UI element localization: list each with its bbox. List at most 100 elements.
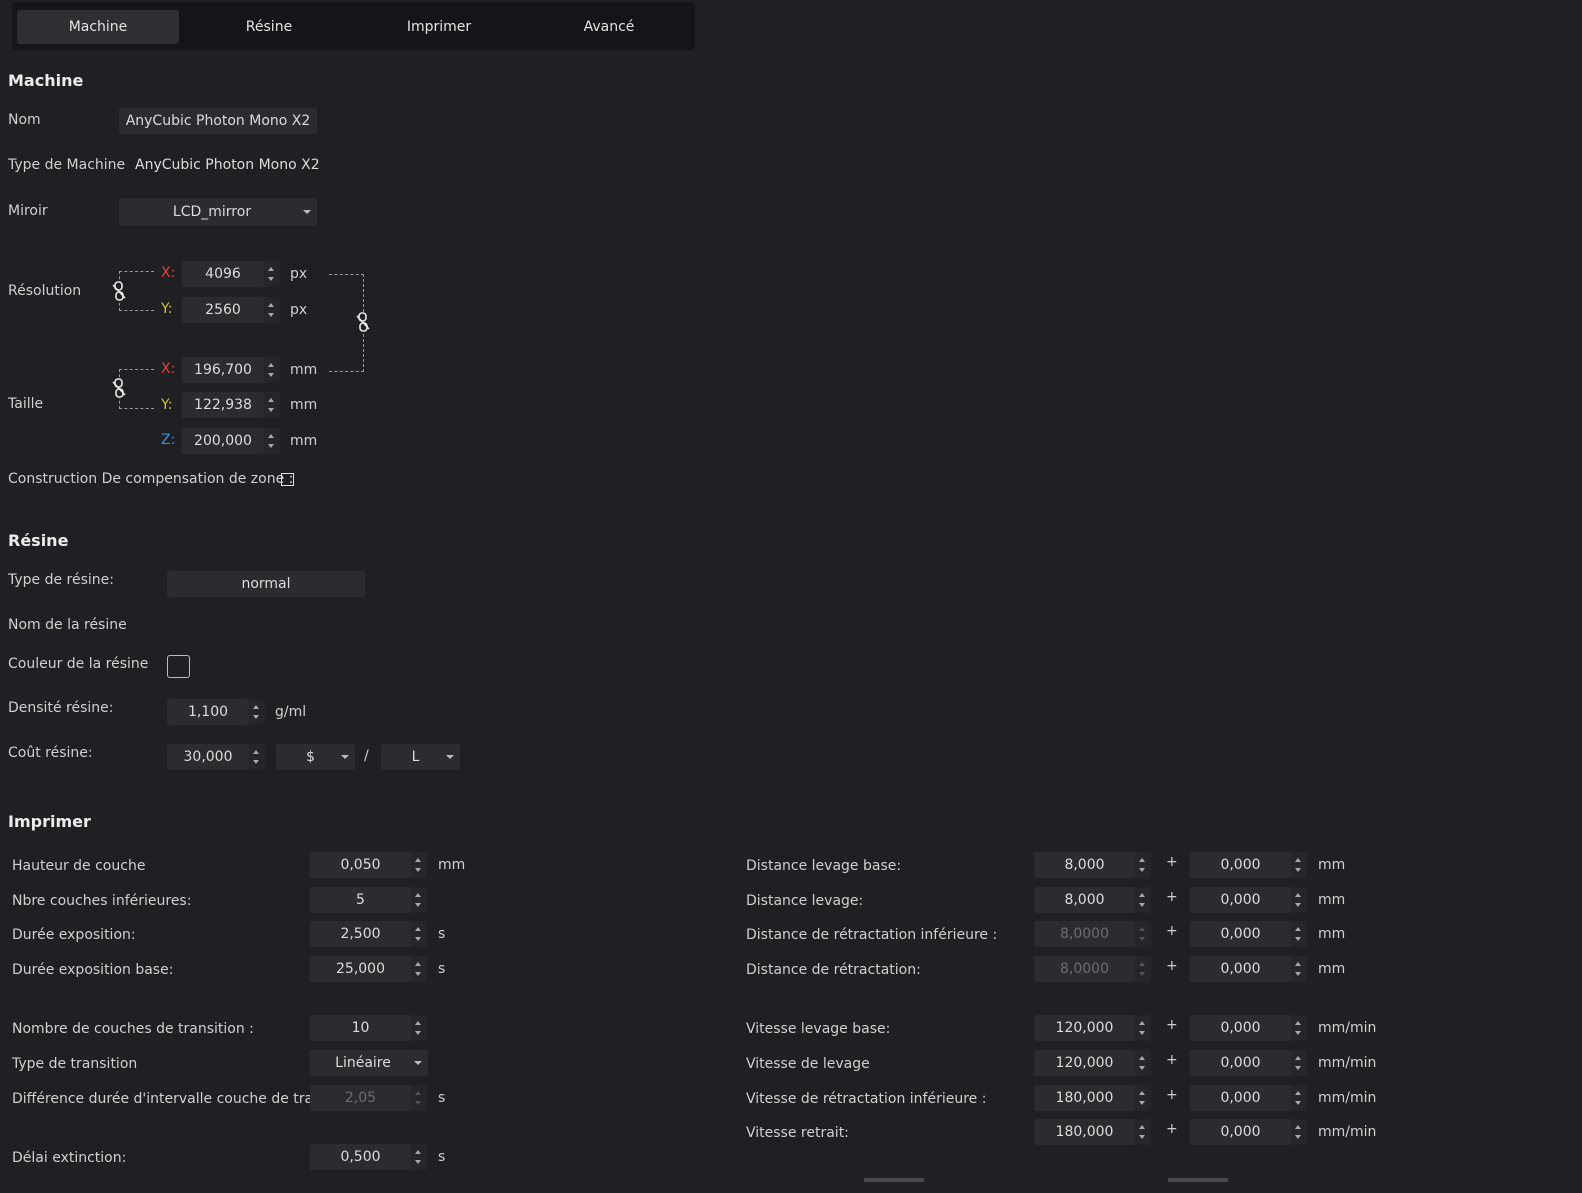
- spin-arrows-icon[interactable]: [1135, 1050, 1151, 1076]
- spin-arrows-icon[interactable]: [1291, 1015, 1307, 1041]
- spin-arrows-icon[interactable]: [411, 887, 427, 913]
- print-right-offset-0-value[interactable]: 0,000: [1190, 852, 1291, 878]
- spin-arrows-icon[interactable]: [264, 297, 280, 323]
- print-right-offset-7-spinbox[interactable]: 0,000: [1190, 1119, 1307, 1145]
- print-left-2-value[interactable]: 2,500: [310, 921, 411, 947]
- print-left-4-value[interactable]: 10: [310, 1015, 411, 1041]
- print-right-offset-4-value[interactable]: 0,000: [1190, 1015, 1291, 1041]
- resin-type-input[interactable]: normal: [167, 571, 365, 597]
- spin-arrows-icon[interactable]: [1135, 1119, 1151, 1145]
- spin-arrows-icon[interactable]: [411, 956, 427, 982]
- link-icon[interactable]: [355, 312, 371, 332]
- resin-density-spinbox[interactable]: 1,100: [167, 699, 265, 725]
- spin-arrows-icon[interactable]: [411, 921, 427, 947]
- scroll-handle[interactable]: [864, 1178, 924, 1182]
- res-y-value[interactable]: 2560: [182, 297, 264, 323]
- size-z-value[interactable]: 200,000: [182, 428, 264, 454]
- spin-arrows-icon[interactable]: [264, 428, 280, 454]
- spin-arrows-icon[interactable]: [1291, 887, 1307, 913]
- print-right-offset-4-spinbox[interactable]: 0,000: [1190, 1015, 1307, 1041]
- size-x-value[interactable]: 196,700: [182, 357, 264, 383]
- print-right-1-value[interactable]: 8,000: [1034, 887, 1135, 913]
- print-right-offset-2-value[interactable]: 0,000: [1190, 921, 1291, 947]
- tab-resine[interactable]: Résine: [188, 10, 350, 44]
- print-right-3-spinbox[interactable]: 8,0000: [1034, 956, 1151, 982]
- link-icon[interactable]: [111, 378, 127, 398]
- tab-avance[interactable]: Avancé: [528, 10, 690, 44]
- res-x-spinbox[interactable]: 4096: [182, 261, 280, 287]
- res-x-value[interactable]: 4096: [182, 261, 264, 287]
- spin-arrows-icon[interactable]: [1135, 1015, 1151, 1041]
- print-right-offset-0-spinbox[interactable]: 0,000: [1190, 852, 1307, 878]
- spin-arrows-icon[interactable]: [1291, 1085, 1307, 1111]
- size-x-spinbox[interactable]: 196,700: [182, 357, 280, 383]
- print-left-4-spinbox[interactable]: 10: [310, 1015, 427, 1041]
- size-y-spinbox[interactable]: 122,938: [182, 392, 280, 418]
- print-right-offset-7-value[interactable]: 0,000: [1190, 1119, 1291, 1145]
- print-right-4-spinbox[interactable]: 120,000: [1034, 1015, 1151, 1041]
- volume-unit-select[interactable]: L: [381, 744, 460, 770]
- print-right-offset-3-value[interactable]: 0,000: [1190, 956, 1291, 982]
- print-right-4-value[interactable]: 120,000: [1034, 1015, 1135, 1041]
- resin-cost-value[interactable]: 30,000: [167, 744, 249, 770]
- size-z-spinbox[interactable]: 200,000: [182, 428, 280, 454]
- mirror-select[interactable]: LCD_mirror: [119, 198, 317, 226]
- resin-density-value[interactable]: 1,100: [167, 699, 249, 725]
- print-left-0-value[interactable]: 0,050: [310, 852, 411, 878]
- spin-arrows-icon[interactable]: [1135, 852, 1151, 878]
- print-right-offset-1-value[interactable]: 0,000: [1190, 887, 1291, 913]
- size-y-value[interactable]: 122,938: [182, 392, 264, 418]
- spin-arrows-icon[interactable]: [1135, 1085, 1151, 1111]
- machine-name-input[interactable]: AnyCubic Photon Mono X2: [119, 108, 317, 134]
- print-right-2-value[interactable]: 8,0000: [1034, 921, 1135, 947]
- scroll-handle[interactable]: [1168, 1178, 1228, 1182]
- spin-arrows-icon[interactable]: [264, 261, 280, 287]
- print-right-offset-6-value[interactable]: 0,000: [1190, 1085, 1291, 1111]
- zone-compensation-checkbox[interactable]: [281, 473, 294, 486]
- print-left-6-spinbox[interactable]: 2,05: [310, 1085, 427, 1111]
- print-left-7-spinbox[interactable]: 0,500: [310, 1144, 427, 1170]
- print-right-0-value[interactable]: 8,000: [1034, 852, 1135, 878]
- res-y-spinbox[interactable]: 2560: [182, 297, 280, 323]
- print-left-6-value[interactable]: 2,05: [310, 1085, 411, 1111]
- spin-arrows-icon[interactable]: [1291, 1119, 1307, 1145]
- tab-machine[interactable]: Machine: [17, 10, 179, 44]
- spin-arrows-icon[interactable]: [249, 699, 265, 725]
- spin-arrows-icon[interactable]: [411, 1015, 427, 1041]
- tab-imprimer[interactable]: Imprimer: [358, 10, 520, 44]
- print-left-0-spinbox[interactable]: 0,050: [310, 852, 427, 878]
- print-right-5-spinbox[interactable]: 120,000: [1034, 1050, 1151, 1076]
- print-left-7-value[interactable]: 0,500: [310, 1144, 411, 1170]
- spin-arrows-icon[interactable]: [264, 357, 280, 383]
- spin-arrows-icon[interactable]: [411, 852, 427, 878]
- currency-select[interactable]: $: [276, 744, 355, 770]
- print-right-6-value[interactable]: 180,000: [1034, 1085, 1135, 1111]
- spin-arrows-icon[interactable]: [1291, 1050, 1307, 1076]
- print-left-3-spinbox[interactable]: 25,000: [310, 956, 427, 982]
- print-left-3-value[interactable]: 25,000: [310, 956, 411, 982]
- spin-arrows-icon[interactable]: [1135, 887, 1151, 913]
- spin-arrows-icon[interactable]: [264, 392, 280, 418]
- print-right-6-spinbox[interactable]: 180,000: [1034, 1085, 1151, 1111]
- print-right-offset-6-spinbox[interactable]: 0,000: [1190, 1085, 1307, 1111]
- print-left-2-spinbox[interactable]: 2,500: [310, 921, 427, 947]
- print-right-7-spinbox[interactable]: 180,000: [1034, 1119, 1151, 1145]
- print-right-0-spinbox[interactable]: 8,000: [1034, 852, 1151, 878]
- print-right-offset-5-spinbox[interactable]: 0,000: [1190, 1050, 1307, 1076]
- print-right-2-spinbox[interactable]: 8,0000: [1034, 921, 1151, 947]
- resin-cost-spinbox[interactable]: 30,000: [167, 744, 265, 770]
- print-left-1-value[interactable]: 5: [310, 887, 411, 913]
- spin-arrows-icon[interactable]: [411, 1144, 427, 1170]
- print-right-offset-1-spinbox[interactable]: 0,000: [1190, 887, 1307, 913]
- spin-arrows-icon[interactable]: [1135, 956, 1151, 982]
- print-right-offset-2-spinbox[interactable]: 0,000: [1190, 921, 1307, 947]
- spin-arrows-icon[interactable]: [249, 744, 265, 770]
- print-right-1-spinbox[interactable]: 8,000: [1034, 887, 1151, 913]
- print-left-1-spinbox[interactable]: 5: [310, 887, 427, 913]
- print-right-5-value[interactable]: 120,000: [1034, 1050, 1135, 1076]
- spin-arrows-icon[interactable]: [1291, 956, 1307, 982]
- spin-arrows-icon[interactable]: [1291, 921, 1307, 947]
- transition-type-select[interactable]: Linéaire: [310, 1050, 428, 1076]
- print-right-3-value[interactable]: 8,0000: [1034, 956, 1135, 982]
- print-right-7-value[interactable]: 180,000: [1034, 1119, 1135, 1145]
